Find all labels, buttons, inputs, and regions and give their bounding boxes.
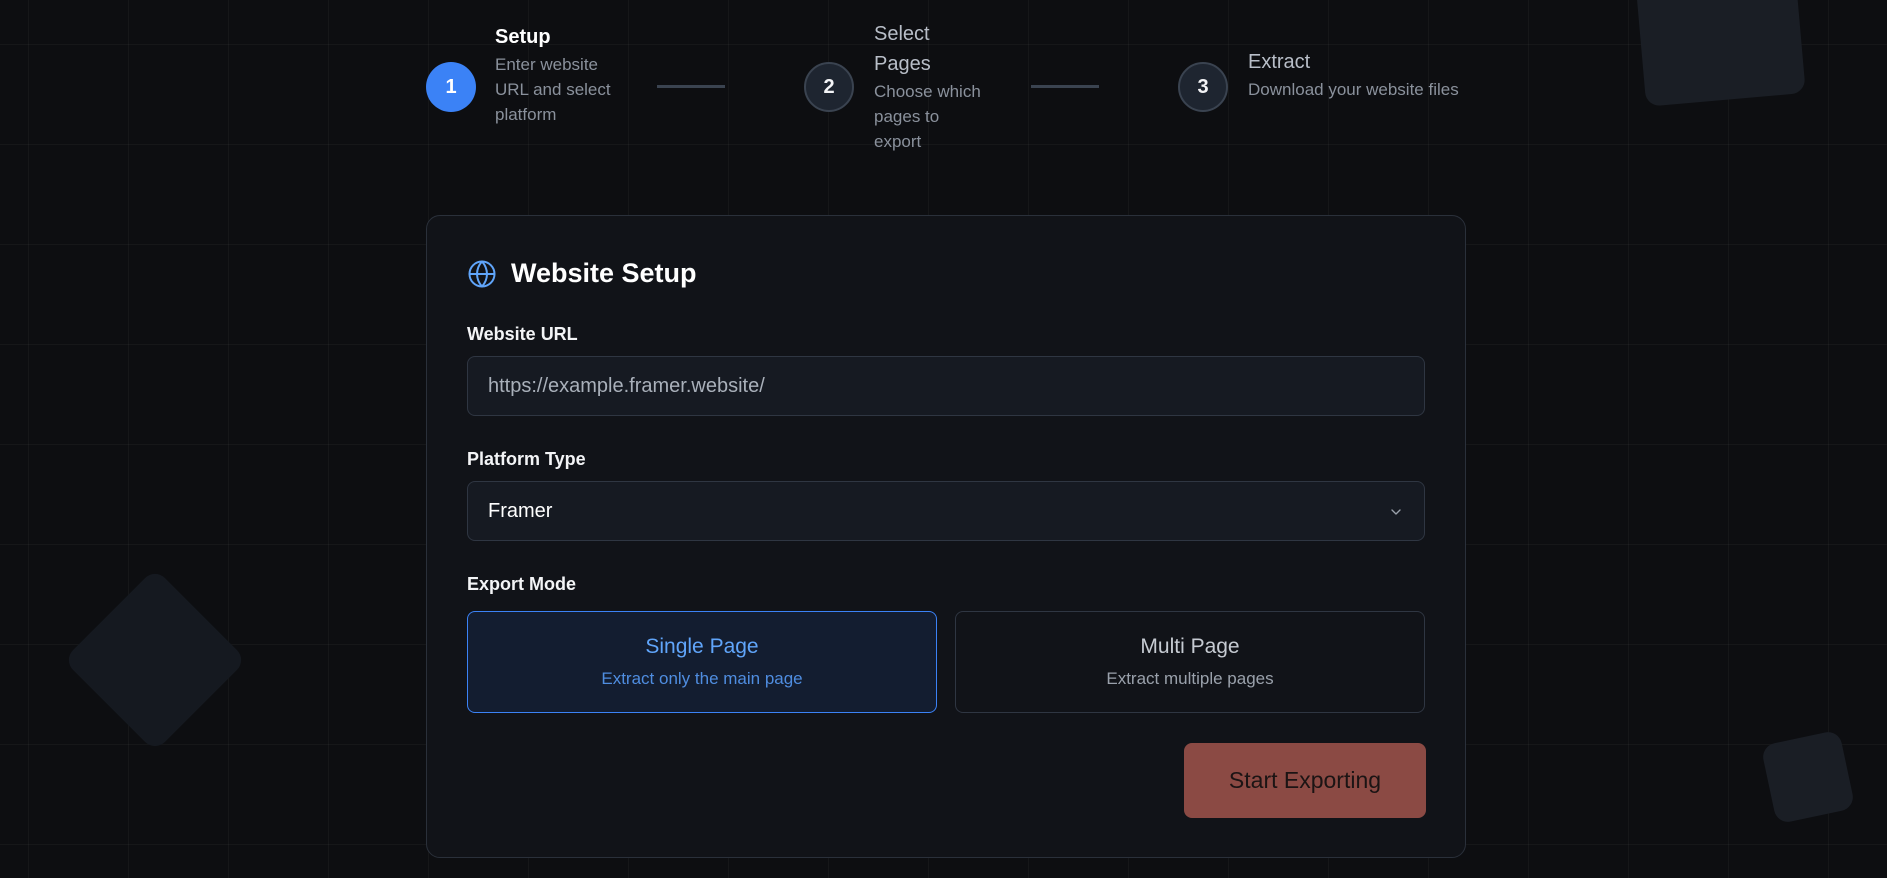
- step-number-circle: 3: [1178, 62, 1228, 112]
- export-mode-label: Export Mode: [467, 574, 577, 594]
- step-text: Extract Download your website files: [1248, 47, 1463, 102]
- step-connector: [1031, 85, 1099, 88]
- step-text: Setup Enter website URL and select platf…: [495, 22, 625, 127]
- globe-icon: [467, 259, 497, 289]
- progress-stepper: 1 Setup Enter website URL and select pla…: [0, 0, 1887, 160]
- step-description: Download your website files: [1248, 80, 1459, 99]
- website-url-label: Website URL: [467, 324, 578, 344]
- step-description: Choose which pages to export: [874, 82, 981, 151]
- export-mode-multi-page[interactable]: Multi Page Extract multiple pages: [955, 611, 1425, 713]
- platform-type-select[interactable]: Framer: [467, 481, 1425, 541]
- export-mode-single-page[interactable]: Single Page Extract only the main page: [467, 611, 937, 713]
- step-title: Extract: [1248, 51, 1311, 73]
- decorative-shape: [1760, 729, 1856, 825]
- mode-title: Multi Page: [1140, 635, 1240, 658]
- mode-title: Single Page: [645, 635, 759, 658]
- step-text: Select Pages Choose which pages to expor…: [874, 19, 989, 154]
- step-description: Enter website URL and select platform: [495, 55, 611, 124]
- card-title: Website Setup: [511, 258, 697, 288]
- step-title: Select Pages: [874, 23, 931, 75]
- chevron-down-icon: [1388, 503, 1404, 519]
- mode-description: Extract multiple pages: [1106, 669, 1274, 688]
- platform-type-label: Platform Type: [467, 449, 586, 469]
- platform-selected-value: Framer: [488, 499, 553, 522]
- website-url-input[interactable]: [467, 356, 1425, 416]
- step-number-circle: 1: [426, 62, 476, 112]
- start-exporting-button[interactable]: Start Exporting: [1184, 743, 1426, 818]
- step-number-circle: 2: [804, 62, 854, 112]
- website-setup-card: Website Setup Website URL Platform Type …: [426, 215, 1466, 858]
- card-header: Website Setup: [467, 258, 697, 289]
- step-connector: [657, 85, 725, 88]
- mode-description: Extract only the main page: [601, 669, 803, 688]
- step-title: Setup: [495, 26, 551, 48]
